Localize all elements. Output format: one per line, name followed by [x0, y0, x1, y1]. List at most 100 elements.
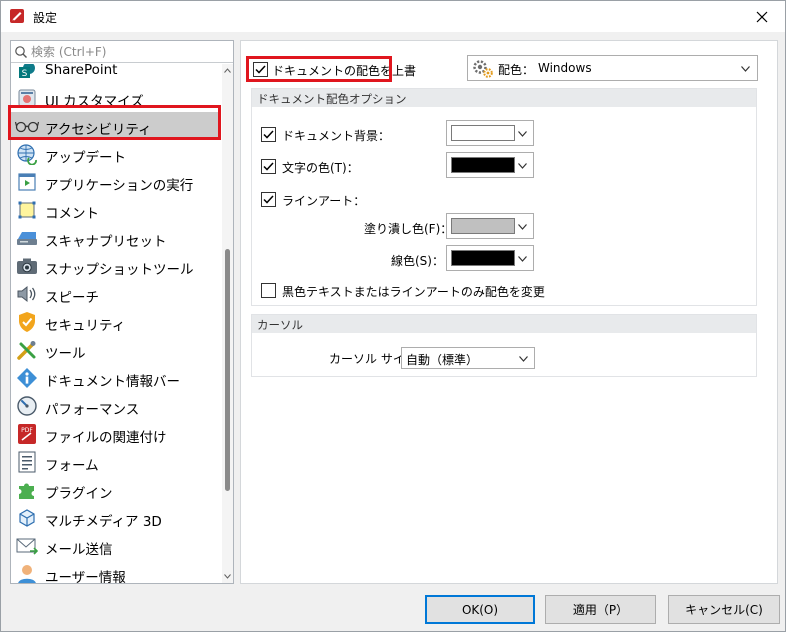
nav-item-label: ユーザー情報 [45, 570, 126, 583]
camera-icon [15, 255, 39, 277]
line-color-label: 線色(S)： [391, 254, 444, 268]
nav-item-label: スナップショットツール [45, 262, 194, 278]
color-scheme-label: 配色： [498, 63, 535, 77]
nav-item-label: スピーチ [45, 290, 99, 306]
puzzle-icon [15, 479, 39, 501]
scroll-thumb[interactable] [225, 249, 230, 491]
glasses-icon [15, 115, 39, 137]
category-scrollbar[interactable] [222, 64, 233, 583]
accessibility-settings-panel: ドキュメントの配色を上書 配色： Windows ドキュメント配色オプション ド… [240, 40, 778, 584]
close-icon [756, 11, 768, 22]
comment-icon [15, 199, 39, 221]
gear-icon [473, 60, 493, 78]
speaker-icon [15, 283, 39, 305]
apply-button[interactable]: 適用（P） [545, 595, 656, 624]
category-panel: S SharePoint UI カスタマイズ アクセシビリティ [10, 40, 234, 584]
nav-item-label: プラグイン [45, 486, 113, 502]
scanner-icon [15, 227, 39, 249]
color-swatch [451, 125, 515, 141]
text-color-picker[interactable] [446, 152, 534, 178]
doc-background-checkbox[interactable] [261, 127, 276, 142]
ok-button[interactable]: OK(O) [425, 595, 535, 624]
shield-icon [15, 311, 39, 333]
cancel-button[interactable]: キャンセル(C) [668, 595, 780, 624]
black-only-label: 黒色テキストまたはラインアートのみ配色を変更 [282, 285, 545, 299]
nav-item-label: スキャナプリセット [45, 234, 167, 250]
section-header: ドキュメント配色オプション [252, 89, 756, 107]
chevron-up-icon [224, 68, 231, 73]
checkmark-icon [263, 162, 274, 171]
run-app-icon [15, 171, 39, 193]
lineart-checkbox[interactable] [261, 192, 276, 207]
nav-item-performance[interactable]: パフォーマンス [11, 392, 221, 420]
color-swatch [451, 250, 515, 266]
color-swatch [451, 157, 515, 173]
nav-item-label: セキュリティ [45, 318, 126, 334]
section-header: カーソル [252, 315, 756, 333]
nav-item-update[interactable]: アップデート [11, 140, 221, 168]
title-bar: 設定 [1, 1, 785, 32]
scroll-up-button[interactable] [222, 64, 233, 77]
nav-item-sharepoint[interactable]: S SharePoint [11, 64, 221, 84]
nav-item-tools[interactable]: ツール [11, 336, 221, 364]
color-scheme-dropdown[interactable]: 配色： Windows [467, 55, 758, 81]
chevron-down-icon [518, 131, 527, 137]
settings-dialog: 設定 S SharePoint [0, 0, 786, 632]
line-color-picker[interactable] [446, 245, 534, 271]
globe-update-icon [15, 143, 39, 165]
tools-icon [15, 339, 39, 361]
nav-item-accessibility[interactable]: アクセシビリティ [11, 112, 221, 140]
close-button[interactable] [739, 1, 785, 32]
nav-item-label: メール送信 [45, 542, 113, 558]
override-colors-label: ドキュメントの配色を上書 [272, 64, 417, 78]
chevron-down-icon [741, 66, 750, 72]
nav-item-file-association[interactable]: PDF ファイルの関連付け [11, 420, 221, 448]
nav-item-scanner-preset[interactable]: スキャナプリセット [11, 224, 221, 252]
sharepoint-icon: S [15, 64, 39, 81]
nav-item-speech[interactable]: スピーチ [11, 280, 221, 308]
checkmark-icon [255, 65, 266, 74]
nav-item-snapshot-tool[interactable]: スナップショットツール [11, 252, 221, 280]
pdf-icon: PDF [15, 423, 39, 445]
checkmark-icon [263, 130, 274, 139]
scroll-down-button[interactable] [222, 570, 233, 583]
window-title: 設定 [33, 11, 58, 25]
nav-item-user-info[interactable]: ユーザー情報 [11, 560, 221, 583]
cursor-size-value: 自動（標準） [406, 353, 479, 367]
fill-color-picker[interactable] [446, 213, 534, 239]
nav-item-comment[interactable]: コメント [11, 196, 221, 224]
ui-customize-icon [15, 87, 39, 109]
nav-item-plugin[interactable]: プラグイン [11, 476, 221, 504]
nav-item-doc-info-bar[interactable]: ドキュメント情報バー [11, 364, 221, 392]
search-input[interactable] [31, 43, 229, 60]
chevron-down-icon [518, 163, 527, 169]
form-icon [15, 451, 39, 473]
nav-item-label: パフォーマンス [45, 402, 140, 418]
nav-item-label: UI カスタマイズ [45, 94, 144, 110]
black-only-checkbox[interactable] [261, 283, 276, 298]
nav-item-security[interactable]: セキュリティ [11, 308, 221, 336]
chevron-down-icon [518, 256, 527, 262]
nav-item-multimedia-3d[interactable]: マルチメディア 3D [11, 504, 221, 532]
chevron-down-icon [518, 224, 527, 230]
nav-item-label: SharePoint [45, 64, 118, 78]
color-scheme-value: Windows [538, 61, 592, 75]
nav-item-ui-customize[interactable]: UI カスタマイズ [11, 84, 221, 112]
nav-item-label: ドキュメント情報バー [45, 374, 180, 390]
category-list: S SharePoint UI カスタマイズ アクセシビリティ アップデート ア… [11, 64, 221, 583]
nav-item-send-mail[interactable]: メール送信 [11, 532, 221, 560]
search-box [11, 41, 233, 63]
nav-item-run-app[interactable]: アプリケーションの実行 [11, 168, 221, 196]
nav-item-form[interactable]: フォーム [11, 448, 221, 476]
checkmark-icon [263, 195, 274, 204]
nav-item-label: アクセシビリティ [45, 122, 152, 138]
text-color-checkbox[interactable] [261, 159, 276, 174]
chevron-down-icon [224, 574, 231, 579]
section-title: カーソル [257, 318, 303, 332]
cursor-size-dropdown[interactable]: 自動（標準） [401, 347, 535, 369]
nav-item-label: アップデート [45, 150, 126, 166]
override-colors-checkbox[interactable] [253, 62, 268, 77]
gauge-icon [15, 395, 39, 417]
nav-item-label: ファイルの関連付け [45, 430, 167, 446]
doc-background-color-picker[interactable] [446, 120, 534, 146]
